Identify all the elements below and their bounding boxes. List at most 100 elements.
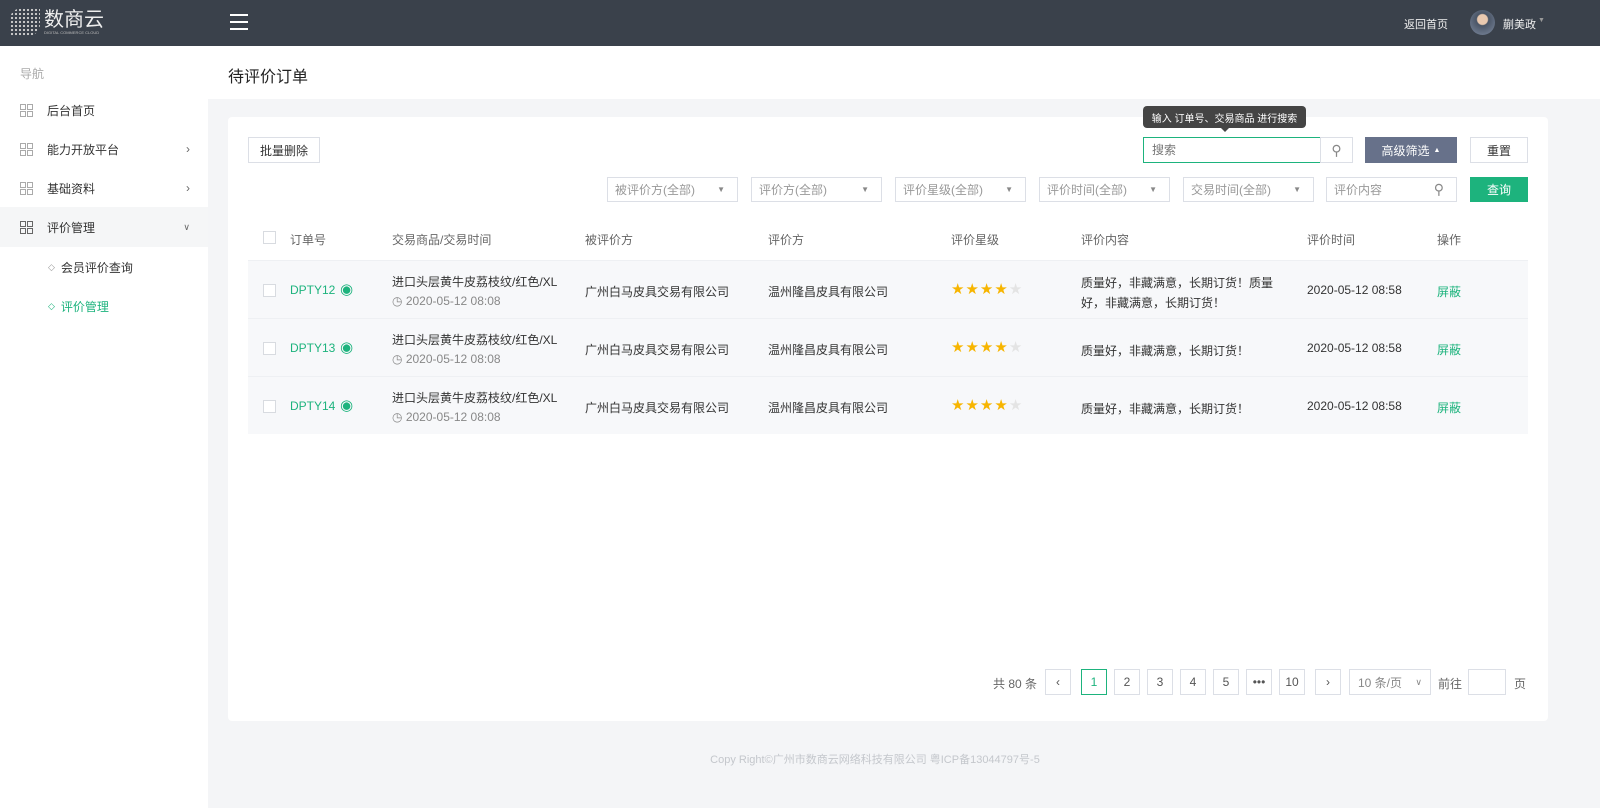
- trade-time-value: 2020-05-12 08:08: [405, 410, 501, 424]
- trade-time: ◷ 2020-05-12 08:08: [392, 294, 501, 308]
- page-button[interactable]: 2: [1114, 669, 1140, 695]
- eye-icon[interactable]: ◉: [340, 338, 353, 356]
- sidebar-item-label: 后台首页: [47, 103, 96, 118]
- header-rated: 被评价方: [585, 233, 634, 247]
- grid-icon: [20, 142, 33, 156]
- eye-icon[interactable]: ◉: [340, 396, 353, 414]
- star-rating: ★★★★★: [951, 280, 1023, 298]
- caret-down-icon: ▼: [861, 185, 869, 194]
- diamond-icon: ◇: [48, 300, 55, 311]
- page-button[interactable]: 5: [1213, 669, 1239, 695]
- chevron-right-icon: ›: [1326, 675, 1330, 689]
- star-icon: ★: [1008, 339, 1024, 356]
- row-checkbox[interactable]: [263, 284, 276, 297]
- select-value: 被评价方(全部): [615, 183, 695, 197]
- sidebar-subitem-review-management[interactable]: ◇ 评价管理: [0, 286, 208, 326]
- page-button[interactable]: 1: [1081, 669, 1107, 695]
- top-header: 数商云 DIGITAL COMMERCE CLOUD 返回首页 蒯美政 ▼: [0, 0, 1600, 46]
- row-checkbox[interactable]: [263, 342, 276, 355]
- rater-select[interactable]: 评价方(全部) ▼: [751, 177, 882, 202]
- page-size-select[interactable]: 10 条/页 ∨: [1349, 669, 1431, 695]
- next-page-button[interactable]: ›: [1315, 669, 1341, 695]
- sidebar-item-open-platform[interactable]: 能力开放平台 ›: [0, 129, 208, 169]
- page-button[interactable]: •••: [1246, 669, 1272, 695]
- review-time-select[interactable]: 评价时间(全部) ▼: [1039, 177, 1170, 202]
- title-bar: 待评价订单: [208, 46, 1600, 99]
- batch-delete-button[interactable]: 批量删除: [248, 137, 320, 163]
- menu-toggle-icon[interactable]: [230, 14, 248, 30]
- review-content: 质量好，非藏满意，长期订货！质量好，非藏满意，长期订货！: [1081, 276, 1274, 310]
- goto-label: 前往: [1438, 677, 1463, 691]
- row-checkbox[interactable]: [263, 400, 276, 413]
- sidebar-item-label: 评价管理: [47, 220, 96, 235]
- rater: 温州隆昌皮具有限公司: [768, 285, 889, 299]
- caret-up-icon: ▲: [1433, 146, 1441, 154]
- user-name[interactable]: 蒯美政: [1503, 16, 1536, 32]
- sidebar-item-basic-data[interactable]: 基础资料 ›: [0, 168, 208, 208]
- block-action-link[interactable]: 屏蔽: [1437, 399, 1461, 416]
- rater: 温州隆昌皮具有限公司: [768, 401, 889, 415]
- review-content-input[interactable]: 评价内容 ⚲: [1326, 177, 1457, 202]
- header-action: 操作: [1437, 233, 1462, 247]
- rated-party: 广州白马皮具交易有限公司: [585, 343, 730, 357]
- star-icon: ★: [1008, 397, 1024, 414]
- rated-party-select[interactable]: 被评价方(全部) ▼: [607, 177, 738, 202]
- logo-text: 数商云: [44, 8, 104, 31]
- goods-name: 进口头层黄牛皮荔枝纹/红色/XL: [392, 333, 558, 347]
- star-icon: ★: [965, 339, 980, 356]
- order-number-link[interactable]: DPTY13: [290, 341, 335, 355]
- star-icon: ★: [951, 281, 966, 298]
- sidebar: 导航 后台首页 能力开放平台 › 基础资料 › 评价管理 ∨ ◇ 会员评价查询 ◇ 评价管…: [0, 46, 208, 808]
- chevron-right-icon: ›: [186, 181, 190, 195]
- user-dropdown-icon[interactable]: ▼: [1538, 17, 1545, 24]
- order-number-link[interactable]: DPTY12: [290, 283, 335, 297]
- grid-icon: [20, 220, 33, 234]
- search-input[interactable]: [1143, 137, 1321, 163]
- trade-time-value: 2020-05-12 08:08: [405, 352, 501, 366]
- trade-time-select[interactable]: 交易时间(全部) ▼: [1183, 177, 1314, 202]
- select-value: 评价时间(全部): [1047, 183, 1127, 197]
- sidebar-item-label: 基础资料: [47, 181, 96, 196]
- select-all-checkbox[interactable]: [263, 231, 276, 244]
- sidebar-subitem-member-review-query[interactable]: ◇ 会员评价查询: [0, 247, 208, 287]
- search-button[interactable]: ⚲: [1320, 137, 1353, 163]
- prev-page-button[interactable]: ‹: [1045, 669, 1071, 695]
- sidebar-subitem-label: 会员评价查询: [60, 260, 133, 275]
- header-time: 评价时间: [1307, 233, 1356, 247]
- star-icon: ★: [1008, 281, 1024, 298]
- input-placeholder: 评价内容: [1334, 183, 1383, 197]
- reset-button[interactable]: 重置: [1470, 137, 1528, 163]
- chevron-down-icon: ∨: [1415, 676, 1422, 687]
- rated-party: 广州白马皮具交易有限公司: [585, 401, 730, 415]
- logo[interactable]: 数商云 DIGITAL COMMERCE CLOUD: [10, 8, 104, 36]
- back-home-link[interactable]: 返回首页: [1404, 16, 1448, 32]
- table-row: DPTY14 ◉ 进口头层黄牛皮荔枝纹/红色/XL ◷ 2020-05-12 0…: [248, 376, 1528, 434]
- page-button[interactable]: 4: [1180, 669, 1206, 695]
- page-button[interactable]: 10: [1279, 669, 1305, 695]
- star-icon: ★: [979, 397, 995, 414]
- clock-icon: ◷: [392, 294, 403, 308]
- advanced-filter-label: 高级筛选: [1381, 143, 1430, 158]
- eye-icon[interactable]: ◉: [340, 280, 353, 298]
- block-action-link[interactable]: 屏蔽: [1437, 341, 1461, 358]
- header-order: 订单号: [290, 233, 327, 247]
- page-button[interactable]: 3: [1147, 669, 1173, 695]
- goto-page-input[interactable]: [1468, 669, 1506, 695]
- order-number-link[interactable]: DPTY14: [290, 399, 335, 413]
- sidebar-item-review-management[interactable]: 评价管理 ∨: [0, 207, 208, 247]
- advanced-filter-button[interactable]: 高级筛选 ▲: [1365, 137, 1457, 163]
- clock-icon: ◷: [392, 410, 403, 424]
- footer-copyright: Copy Right©广州市数商云网络科技有限公司 粤ICP备13044797号…: [710, 754, 1040, 766]
- chevron-down-icon: ∨: [183, 221, 190, 232]
- star-icon: ★: [979, 339, 995, 356]
- rating-select[interactable]: 评价星级(全部) ▼: [895, 177, 1026, 202]
- page-unit-label: 页: [1514, 677, 1527, 691]
- trade-time: ◷ 2020-05-12 08:08: [392, 352, 501, 366]
- sidebar-item-home[interactable]: 后台首页: [0, 90, 208, 130]
- query-button[interactable]: 查询: [1470, 177, 1528, 202]
- chevron-right-icon: ›: [186, 142, 190, 156]
- avatar[interactable]: [1470, 10, 1495, 35]
- star-icon: ★: [951, 397, 966, 414]
- block-action-link[interactable]: 屏蔽: [1437, 283, 1461, 300]
- rater: 温州隆昌皮具有限公司: [768, 343, 889, 357]
